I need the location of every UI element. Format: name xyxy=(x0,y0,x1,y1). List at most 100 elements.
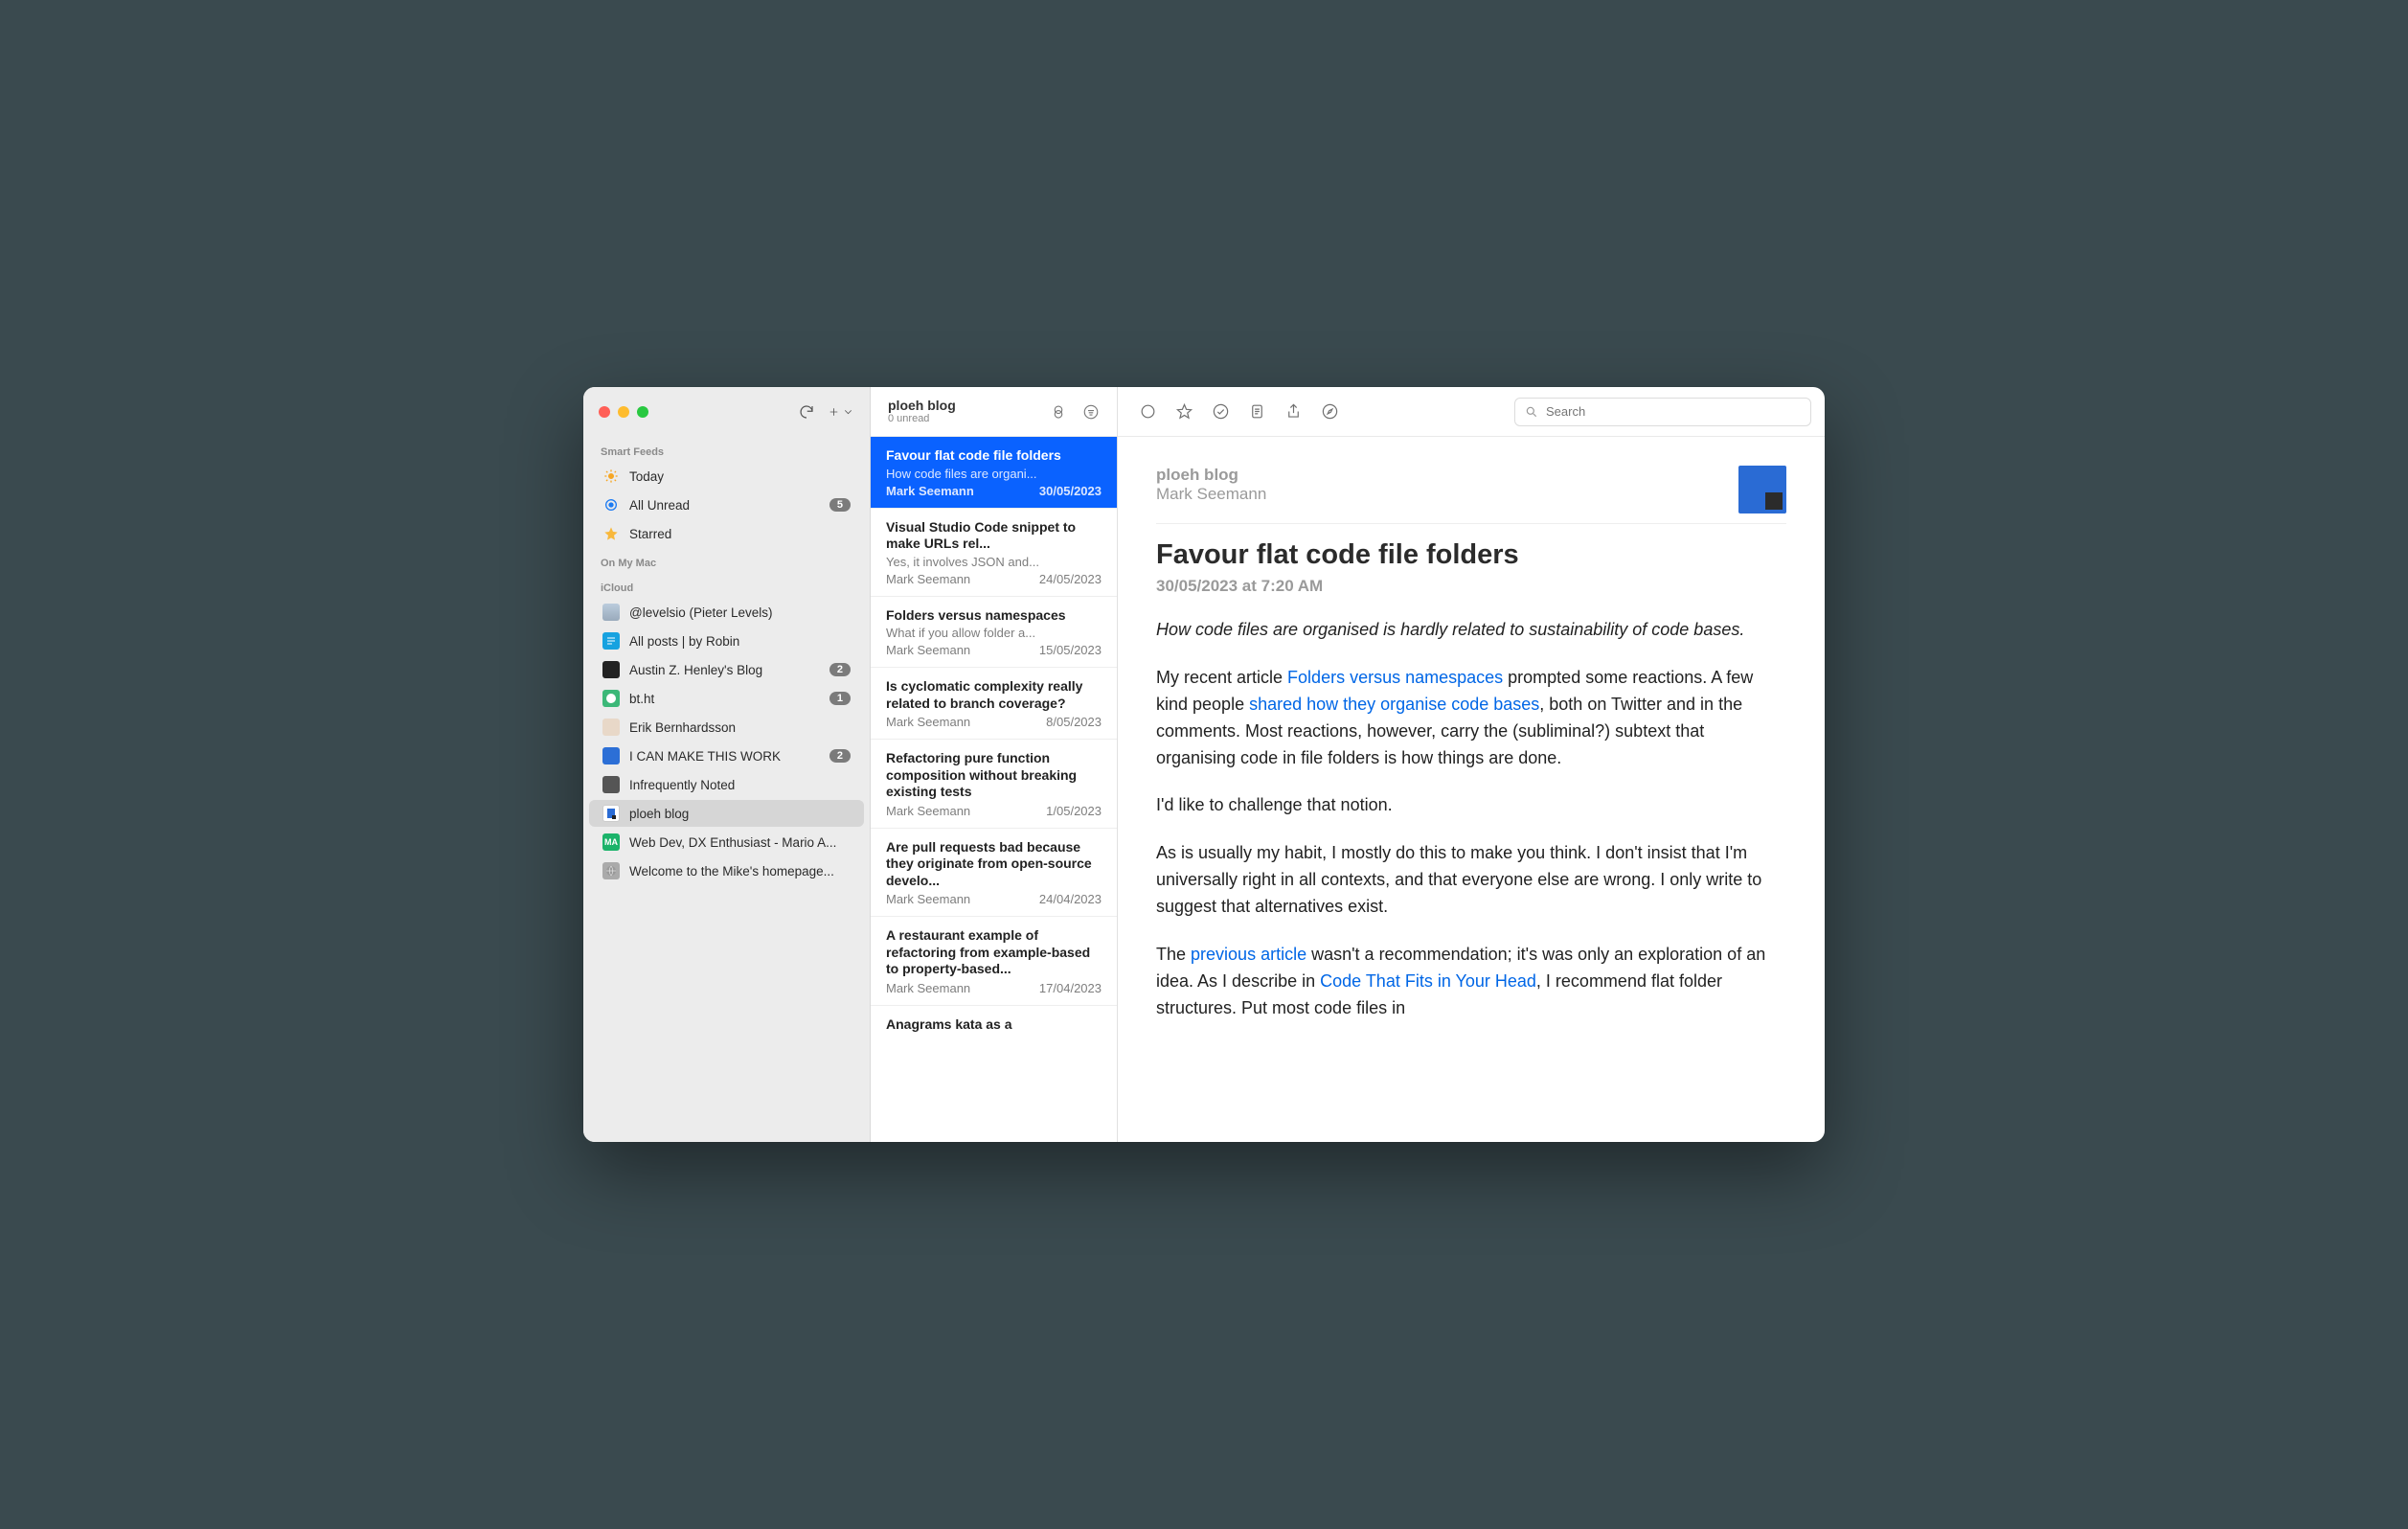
mark-read-button[interactable] xyxy=(1131,397,1164,427)
sidebar-item-label: Today xyxy=(629,469,851,484)
mark-done-button[interactable] xyxy=(1204,397,1237,427)
document-icon xyxy=(1248,402,1266,421)
article-summary: What if you allow folder a... xyxy=(886,626,1102,640)
maximize-window-button[interactable] xyxy=(637,406,648,418)
mark-all-read-button[interactable] xyxy=(1046,399,1071,424)
sidebar-section-icloud: iCloud xyxy=(583,573,870,598)
app-window: Smart Feeds Today All Unread 5 Starred O… xyxy=(583,387,1825,1142)
sidebar-feed-icmtw[interactable]: I CAN MAKE THIS WORK 2 xyxy=(589,742,864,769)
share-button[interactable] xyxy=(1277,397,1309,427)
refresh-button[interactable] xyxy=(793,399,820,425)
sidebar-item-label: Erik Bernhardsson xyxy=(629,720,851,735)
search-box[interactable] xyxy=(1514,398,1811,426)
sidebar-feed-infrequently[interactable]: Infrequently Noted xyxy=(589,771,864,798)
article-body: ploeh blog Mark Seemann Favour flat code… xyxy=(1118,437,1825,1142)
plus-icon xyxy=(828,403,840,421)
article-item[interactable]: Anagrams kata as a xyxy=(871,1006,1117,1043)
sun-icon xyxy=(602,468,620,485)
article-item[interactable]: Folders versus namespaces What if you al… xyxy=(871,597,1117,669)
feed-avatar-icon xyxy=(602,661,620,678)
article-date: 17/04/2023 xyxy=(1039,981,1102,995)
list-title: ploeh blog xyxy=(888,399,1038,413)
sidebar-feed-erik[interactable]: Erik Bernhardsson xyxy=(589,714,864,741)
star-icon xyxy=(602,525,620,542)
link-code-that-fits[interactable]: Code That Fits in Your Head xyxy=(1320,971,1536,991)
article-date: 30/05/2023 xyxy=(1039,484,1102,498)
sidebar-item-label: All posts | by Robin xyxy=(629,634,851,649)
sidebar-feed-levelsio[interactable]: @levelsio (Pieter Levels) xyxy=(589,599,864,626)
link-folders-vs-namespaces[interactable]: Folders versus namespaces xyxy=(1287,668,1503,687)
article-author: Mark Seemann xyxy=(886,981,970,995)
circle-icon xyxy=(1139,402,1157,421)
article-item[interactable]: Is cyclomatic complexity really related … xyxy=(871,668,1117,740)
sidebar-feed-mario[interactable]: MA Web Dev, DX Enthusiast - Mario A... xyxy=(589,829,864,856)
feed-avatar-icon xyxy=(602,862,620,879)
article-paragraph: As is usually my habit, I mostly do this… xyxy=(1156,840,1786,921)
star-button[interactable] xyxy=(1168,397,1200,427)
article-date: 8/05/2023 xyxy=(1046,715,1102,729)
article-item[interactable]: Visual Studio Code snippet to make URLs … xyxy=(871,509,1117,597)
article-paragraph: The previous article wasn't a recommenda… xyxy=(1156,942,1786,1022)
sidebar-item-today[interactable]: Today xyxy=(589,463,864,490)
sidebar-item-all-unread[interactable]: All Unread 5 xyxy=(589,491,864,518)
article-item[interactable]: Are pull requests bad because they origi… xyxy=(871,829,1117,918)
article-date: 30/05/2023 at 7:20 AM xyxy=(1156,577,1786,596)
sidebar-item-label: Web Dev, DX Enthusiast - Mario A... xyxy=(629,835,851,850)
close-window-button[interactable] xyxy=(599,406,610,418)
article-date: 15/05/2023 xyxy=(1039,643,1102,657)
link-previous-article[interactable]: previous article xyxy=(1191,945,1306,964)
list-header: ploeh blog 0 unread xyxy=(871,387,1117,437)
article-author: Mark Seemann xyxy=(886,643,970,657)
sidebar-item-label: All Unread xyxy=(629,498,820,513)
article-item[interactable]: Favour flat code file folders How code f… xyxy=(871,437,1117,509)
article-item[interactable]: A restaurant example of refactoring from… xyxy=(871,917,1117,1006)
sidebar-feed-mike[interactable]: Welcome to the Mike's homepage... xyxy=(589,857,864,884)
unread-badge: 1 xyxy=(829,692,851,705)
sidebar-feed-btht[interactable]: bt.ht 1 xyxy=(589,685,864,712)
content-toolbar xyxy=(1118,387,1825,437)
article-paragraph: I'd like to challenge that notion. xyxy=(1156,792,1786,819)
article-heading: Favour flat code file folders xyxy=(1156,539,1786,571)
feed-avatar-icon xyxy=(602,632,620,650)
sidebar-item-label: Welcome to the Mike's homepage... xyxy=(629,864,851,879)
list-subtitle: 0 unread xyxy=(888,413,1038,424)
feed-logo xyxy=(1738,466,1786,513)
article-paragraph: My recent article Folders versus namespa… xyxy=(1156,665,1786,772)
sidebar-item-label: @levelsio (Pieter Levels) xyxy=(629,605,851,620)
unread-badge: 2 xyxy=(829,663,851,676)
chevron-down-icon xyxy=(842,403,854,421)
article-title: Visual Studio Code snippet to make URLs … xyxy=(886,519,1102,553)
sidebar-feed-henley[interactable]: Austin Z. Henley's Blog 2 xyxy=(589,656,864,683)
filter-button[interactable] xyxy=(1079,399,1103,424)
article-source: ploeh blog xyxy=(1156,466,1719,485)
feed-avatar-icon: MA xyxy=(602,833,620,851)
article-title: Folders versus namespaces xyxy=(886,607,1102,625)
sidebar-feed-robin[interactable]: All posts | by Robin xyxy=(589,628,864,654)
article-summary: How code files are organi... xyxy=(886,467,1102,481)
feed-avatar-icon xyxy=(602,747,620,764)
article-author: Mark Seemann xyxy=(886,715,970,729)
search-input[interactable] xyxy=(1546,404,1801,419)
add-feed-button[interactable] xyxy=(828,399,854,425)
article-item[interactable]: Refactoring pure function composition wi… xyxy=(871,740,1117,829)
titlebar xyxy=(583,387,870,437)
star-icon xyxy=(1175,402,1193,421)
filter-icon xyxy=(1082,403,1100,421)
window-controls xyxy=(599,406,648,418)
reader-view-button[interactable] xyxy=(1240,397,1273,427)
sidebar-item-label: Infrequently Noted xyxy=(629,778,851,792)
article-author: Mark Seemann xyxy=(886,572,970,586)
minimize-window-button[interactable] xyxy=(618,406,629,418)
article-author: Mark Seemann xyxy=(1156,485,1719,504)
article-paragraph: How code files are organised is hardly r… xyxy=(1156,617,1786,644)
unread-dot-icon xyxy=(602,496,620,513)
sidebar-item-label: Starred xyxy=(629,527,851,541)
sidebar-feed-ploeh[interactable]: ploeh blog xyxy=(589,800,864,827)
search-icon xyxy=(1525,405,1538,419)
article-author: Mark Seemann xyxy=(886,484,974,498)
open-browser-button[interactable] xyxy=(1313,397,1346,427)
sidebar-item-starred[interactable]: Starred xyxy=(589,520,864,547)
sidebar-section-onmymac: On My Mac xyxy=(583,548,870,573)
sidebar-item-label: ploeh blog xyxy=(629,807,851,821)
link-shared-code-bases[interactable]: shared how they organise code bases xyxy=(1249,695,1539,714)
